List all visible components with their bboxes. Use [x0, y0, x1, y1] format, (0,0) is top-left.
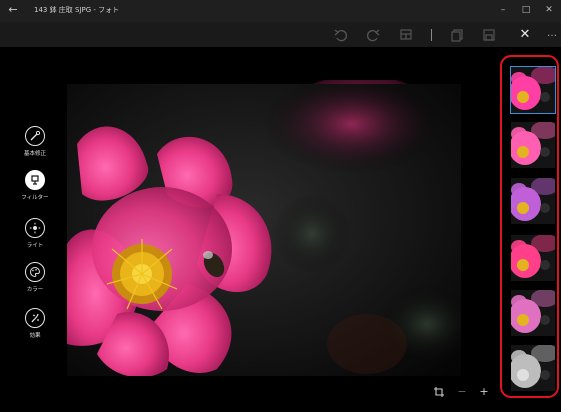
filter-icon	[25, 170, 45, 190]
tool-label: フィルター	[21, 195, 49, 201]
color-palette-icon	[25, 262, 45, 282]
tool-filter[interactable]: フィルター	[20, 170, 50, 201]
save-icon[interactable]	[481, 27, 497, 43]
tool-light[interactable]: ライト	[20, 218, 50, 249]
close-edit-button[interactable]: ✕	[517, 27, 533, 43]
undo-icon[interactable]	[333, 27, 349, 43]
light-icon	[25, 218, 45, 238]
wand-icon	[25, 126, 45, 146]
more-options-button[interactable]: …	[544, 27, 560, 43]
tool-label: ライト	[26, 243, 44, 249]
window-close-button[interactable]: ✕	[542, 3, 556, 17]
compare-icon[interactable]	[398, 27, 414, 43]
crop-icon[interactable]	[433, 386, 445, 398]
window-title: 143 鉢 庄取 SJPG - フォト	[34, 6, 120, 14]
tool-label: カラー	[26, 287, 44, 293]
tool-color[interactable]: カラー	[20, 262, 50, 293]
tool-label: 効果	[29, 333, 41, 339]
tool-effects[interactable]: 効果	[20, 308, 50, 339]
effects-icon	[25, 308, 45, 328]
redo-icon[interactable]	[365, 27, 381, 43]
tool-label: 基本修正	[23, 151, 46, 157]
title-bar: ← 143 鉢 庄取 SJPG - フォト – □ ✕	[0, 0, 561, 22]
zoom-in-button[interactable]: +	[478, 386, 490, 398]
minimize-button[interactable]: –	[496, 3, 510, 17]
photo-preview[interactable]	[67, 84, 461, 376]
back-arrow-icon[interactable]: ←	[6, 3, 20, 17]
maximize-button[interactable]: □	[519, 3, 533, 17]
tool-basic-fix[interactable]: 基本修正	[20, 126, 50, 157]
zoom-out-button[interactable]: −	[456, 386, 468, 398]
toolbar-divider	[431, 29, 432, 41]
annotation-highlight	[500, 55, 559, 398]
save-copy-icon[interactable]	[449, 27, 465, 43]
edit-toolbar: ✕ …	[0, 22, 561, 47]
